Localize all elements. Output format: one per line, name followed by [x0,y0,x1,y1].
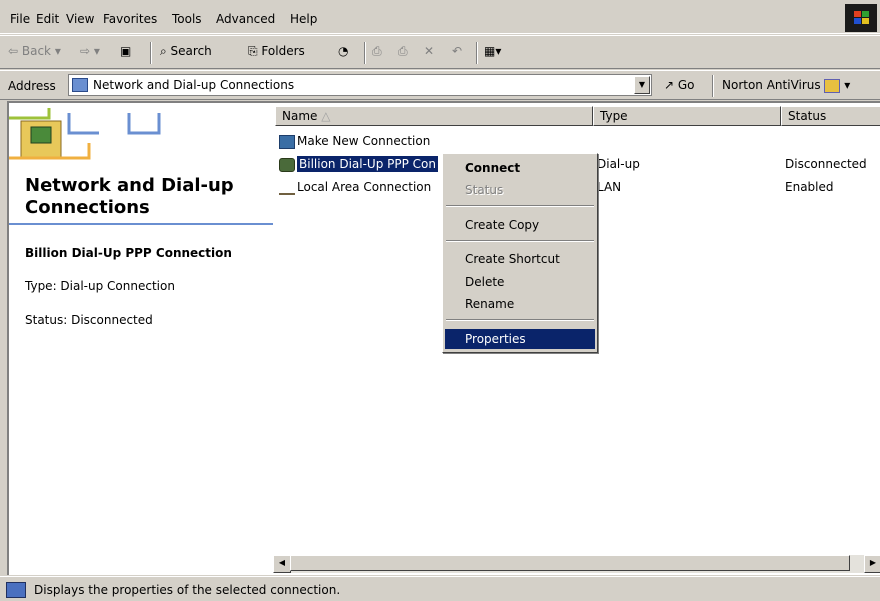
selected-item-type: Type: Dial-up Connection [25,279,175,293]
menu-file[interactable]: File [10,12,30,26]
address-label: Address [8,79,56,93]
context-menu: Connect Status Create Copy Create Shortc… [442,153,598,353]
menu-favorites[interactable]: Favorites [103,12,157,26]
menu-item-status: Status [465,183,504,197]
column-header-name[interactable]: Name △ [275,106,593,126]
new-connection-icon [279,134,295,149]
menu-bar: File Edit View Favorites Tools Advanced … [0,0,880,34]
menu-item-delete[interactable]: Delete [445,272,595,292]
folders-button[interactable]: ⎘ Folders [248,44,305,59]
horizontal-scrollbar[interactable]: ◀ ▶ [273,555,880,573]
menu-view[interactable]: View [66,12,94,26]
toolbar-separator [712,75,714,97]
search-button[interactable]: ⌕ Search [160,44,212,59]
address-value: Network and Dial-up Connections [93,78,295,92]
network-folder-icon [72,78,88,92]
up-folder-icon[interactable]: ▣ [120,44,131,58]
list-item[interactable]: Make New Connection [279,132,430,150]
list-item[interactable]: Billion Dial-Up PPP Con [279,155,438,173]
toolbar-separator [476,42,478,64]
undo-icon[interactable]: ↶ [452,44,462,58]
menu-separator [446,319,594,321]
address-dropdown-button[interactable]: ▼ [634,76,650,94]
copy-to-icon[interactable]: ⎙ [398,44,408,59]
views-icon[interactable]: ▦▾ [484,44,501,58]
dialup-icon [279,157,295,172]
go-button[interactable]: ↗ Go [664,78,695,92]
page-title: Network and Dial-up Connections [25,175,234,218]
list-cell-type: LAN [597,180,622,194]
menu-help[interactable]: Help [290,12,317,26]
back-button[interactable]: ⇦ Back ▾ [8,44,61,58]
selected-item-status: Status: Disconnected [25,313,153,327]
properties-status-icon [6,582,26,598]
list-item[interactable]: Local Area Connection [279,178,431,196]
move-to-icon[interactable]: ⎙ [372,44,382,59]
windows-logo-icon [845,4,877,32]
column-header-status[interactable]: Status [781,106,880,126]
address-bar: Address Network and Dial-up Connections … [0,70,880,100]
address-input[interactable]: Network and Dial-up Connections ▼ [68,74,652,96]
menu-tools[interactable]: Tools [172,12,202,26]
menu-edit[interactable]: Edit [36,12,59,26]
history-icon[interactable]: ◔ [338,44,348,58]
lan-icon [279,181,295,195]
status-bar: Displays the properties of the selected … [0,576,880,601]
selected-item-name: Billion Dial-Up PPP Connection [25,246,232,260]
scroll-right-button[interactable]: ▶ [864,555,880,573]
menu-advanced[interactable]: Advanced [216,12,275,26]
list-cell-status: Disconnected [785,157,867,171]
menu-item-properties[interactable]: Properties [445,329,595,349]
delete-icon[interactable]: ✕ [424,44,434,58]
title-underline [9,223,273,225]
scroll-thumb[interactable] [290,555,850,571]
menu-separator [446,240,594,242]
norton-icon [824,78,841,93]
menu-item-connect[interactable]: Connect [445,158,595,178]
network-connections-banner-icon [9,108,161,160]
standard-toolbar: ⇦ Back ▾ ⇨ ▾ ▣ ⌕ Search ⎘ Folders ◔ ⎙ ⎙ … [0,35,880,69]
toolbar-separator [364,42,366,64]
status-text: Displays the properties of the selected … [34,583,341,597]
menu-item-create-copy[interactable]: Create Copy [445,215,595,235]
menu-item-rename[interactable]: Rename [445,294,595,314]
menu-separator [446,205,594,207]
list-cell-type: Dial-up [597,157,640,171]
scroll-left-button[interactable]: ◀ [273,555,291,573]
list-cell-status: Enabled [785,180,834,194]
forward-button[interactable]: ⇨ ▾ [80,44,100,58]
column-header-type[interactable]: Type [593,106,781,126]
menu-item-create-shortcut[interactable]: Create Shortcut [445,249,595,269]
norton-antivirus-button[interactable]: Norton AntiVirus ▾ [722,78,850,93]
web-view-panel: Network and Dial-up Connections Billion … [9,103,273,575]
toolbar-separator [150,42,152,64]
